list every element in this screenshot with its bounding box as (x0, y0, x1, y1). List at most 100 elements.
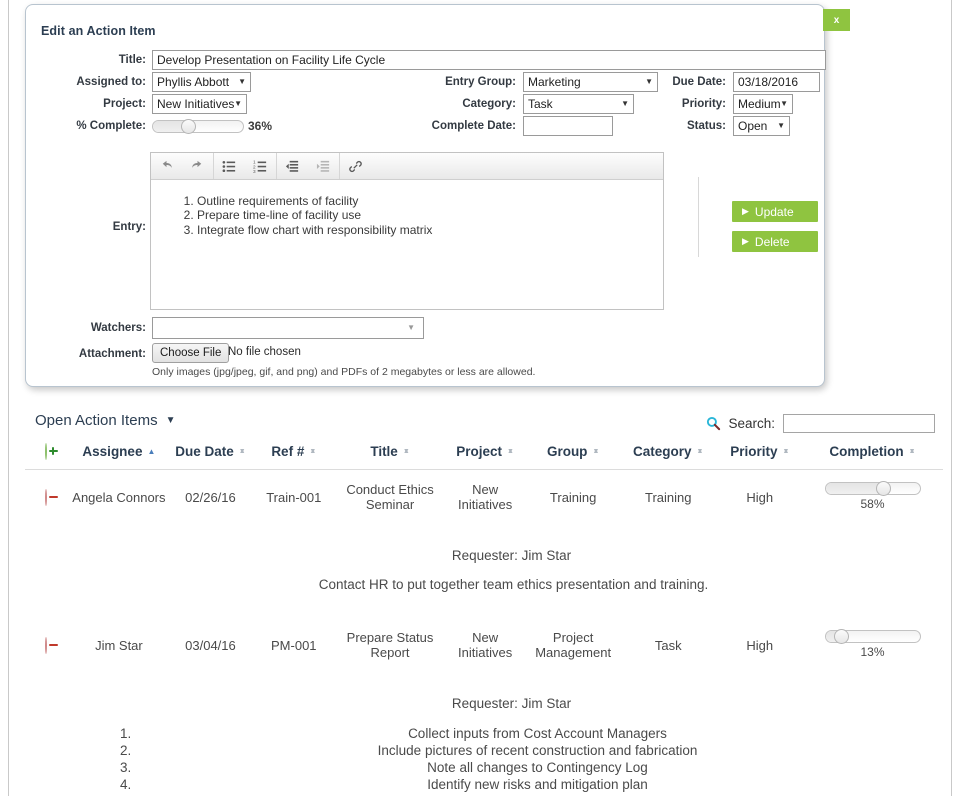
assigned-to-value: Phyllis Abbott (157, 75, 230, 89)
detail-list-item: Include pictures of recent construction … (135, 742, 940, 759)
attachment-label: Attachment: (78, 348, 146, 360)
priority-label: Priority: (681, 98, 726, 110)
priority-select[interactable]: Medium ▼ (733, 94, 793, 114)
detail-list-item: Identify new risks and mitigation plan (135, 776, 940, 793)
collapse-row-icon[interactable] (45, 636, 48, 654)
cell-completion: 13% (802, 618, 943, 672)
add-item-icon[interactable] (45, 443, 48, 460)
detail-cell: Requester: Jim Star Contact HR to put to… (25, 524, 943, 618)
chevron-down-icon: ▼ (234, 99, 242, 108)
row-expander-cell[interactable] (25, 470, 67, 525)
cell-title: Conduct Ethics Seminar (346, 482, 434, 512)
outdent-icon[interactable] (277, 153, 308, 179)
completion-slider[interactable] (824, 629, 921, 644)
cell-ref: Train-001 (266, 489, 322, 505)
column-header-title[interactable]: Title ▲ ▼ (337, 438, 443, 470)
column-header-assignee[interactable]: Assignee ▲ (67, 438, 171, 470)
entry-list-item: Integrate flow chart with responsibility… (197, 223, 653, 237)
update-button[interactable]: ▶ Update (732, 201, 818, 222)
status-select[interactable]: Open ▼ (733, 116, 790, 136)
cell-due-date: 03/04/16 (185, 637, 236, 653)
column-label: Title (370, 444, 398, 459)
project-value: New Initiatives (157, 97, 235, 111)
completion-value: 13% (860, 645, 885, 659)
cell-due-date: 02/26/16 (185, 489, 236, 505)
no-file-chosen-text: No file chosen (228, 346, 301, 358)
title-label: Title: (118, 54, 146, 66)
play-triangle-icon: ▶ (742, 236, 749, 246)
row-expander-cell[interactable] (25, 618, 67, 672)
numbered-list-icon[interactable]: 1 2 3 (245, 153, 276, 179)
redo-icon[interactable] (182, 153, 213, 179)
column-header-ref[interactable]: Ref # ▲ ▼ (250, 438, 338, 470)
open-action-items-header[interactable]: Open Action Items ▼ (35, 412, 175, 429)
action-items-grid: Assignee ▲ Due Date ▲ ▼ Ref # ▲ ▼ Title … (25, 438, 943, 796)
category-label: Category: (462, 98, 516, 110)
assigned-to-select[interactable]: Phyllis Abbott ▼ (152, 72, 251, 92)
close-icon[interactable]: x (823, 9, 850, 31)
action-items-table: Assignee ▲ Due Date ▲ ▼ Ref # ▲ ▼ Title … (25, 438, 943, 796)
column-label: Group (546, 444, 588, 459)
search-input[interactable] (783, 414, 935, 433)
project-label: Project: (103, 98, 146, 110)
cell-ref: PM-001 (271, 637, 317, 653)
link-icon[interactable] (340, 153, 371, 179)
chevron-down-icon: ▼ (165, 414, 176, 426)
title-input[interactable] (152, 50, 826, 70)
search-label: Search: (728, 416, 775, 431)
column-header-category[interactable]: Category ▲ ▼ (618, 438, 718, 470)
cell-assignee: Jim Star (95, 637, 143, 653)
bullet-list-icon[interactable] (214, 153, 245, 179)
choose-file-button[interactable]: Choose File (152, 343, 230, 363)
page-left-border (0, 0, 9, 796)
detail-list-item: Collect inputs from Cost Account Manager… (135, 725, 940, 742)
detail-requester: Requester: Jim Star (451, 696, 572, 711)
detail-list: Collect inputs from Cost Account Manager… (83, 725, 940, 793)
complete-date-label: Complete Date: (431, 120, 516, 132)
collapse-row-icon[interactable] (45, 488, 48, 506)
cell-category: Training (644, 489, 692, 505)
detail-cell: Requester: Jim Star Collect inputs from … (25, 672, 943, 796)
column-label: Priority (730, 444, 778, 459)
column-label: Category (633, 444, 692, 459)
column-header-group[interactable]: Group ▲ ▼ (527, 438, 619, 470)
project-select[interactable]: New Initiatives ▼ (152, 94, 247, 114)
sort-asc-icon: ▲ (147, 446, 156, 456)
slider-handle[interactable] (181, 119, 196, 134)
entry-group-label: Entry Group: (445, 76, 516, 88)
page-right-border (951, 0, 960, 796)
entry-group-value: Marketing (528, 75, 581, 89)
chevron-down-icon: ▼ (777, 121, 785, 130)
delete-button-label: Delete (754, 234, 790, 249)
table-row[interactable]: Jim Star 03/04/16 PM-001 Prepare Status … (25, 618, 943, 672)
complete-date-input[interactable] (523, 116, 613, 136)
column-header-add[interactable] (25, 438, 68, 470)
percent-complete-slider[interactable] (152, 119, 244, 134)
detail-requester: Requester: Jim Star (451, 548, 572, 563)
undo-icon[interactable] (151, 153, 182, 179)
slider-handle[interactable] (833, 629, 849, 644)
completion-value: 58% (860, 497, 885, 511)
due-date-input[interactable] (733, 72, 820, 92)
column-header-priority[interactable]: Priority ▲ ▼ (717, 438, 803, 470)
percent-complete-value: 36% (248, 119, 273, 133)
section-title-label: Open Action Items (35, 412, 158, 429)
cell-project: New Initiatives (458, 482, 513, 512)
update-button-label: Update (754, 204, 794, 219)
category-select[interactable]: Task ▼ (523, 94, 634, 114)
entry-editor-body[interactable]: Outline requirements of facility Prepare… (151, 180, 663, 309)
column-header-project[interactable]: Project ▲ ▼ (442, 438, 528, 470)
column-header-completion[interactable]: Completion ▲ ▼ (802, 438, 943, 470)
column-header-due-date[interactable]: Due Date ▲ ▼ (170, 438, 251, 470)
detail-list-item: Note all changes to Contingency Log (135, 759, 940, 776)
assigned-to-label: Assigned to: (76, 76, 146, 88)
completion-slider[interactable] (824, 481, 921, 496)
slider-handle[interactable] (875, 481, 891, 496)
delete-button[interactable]: ▶ Delete (732, 231, 818, 252)
cell-title: Prepare Status Report (346, 630, 434, 660)
play-triangle-icon: ▶ (742, 206, 749, 216)
indent-icon[interactable] (308, 153, 339, 179)
table-row[interactable]: Angela Connors 02/26/16 Train-001 Conduc… (25, 470, 943, 525)
watchers-select[interactable]: ▼ (152, 317, 424, 339)
category-value: Task (528, 97, 553, 111)
